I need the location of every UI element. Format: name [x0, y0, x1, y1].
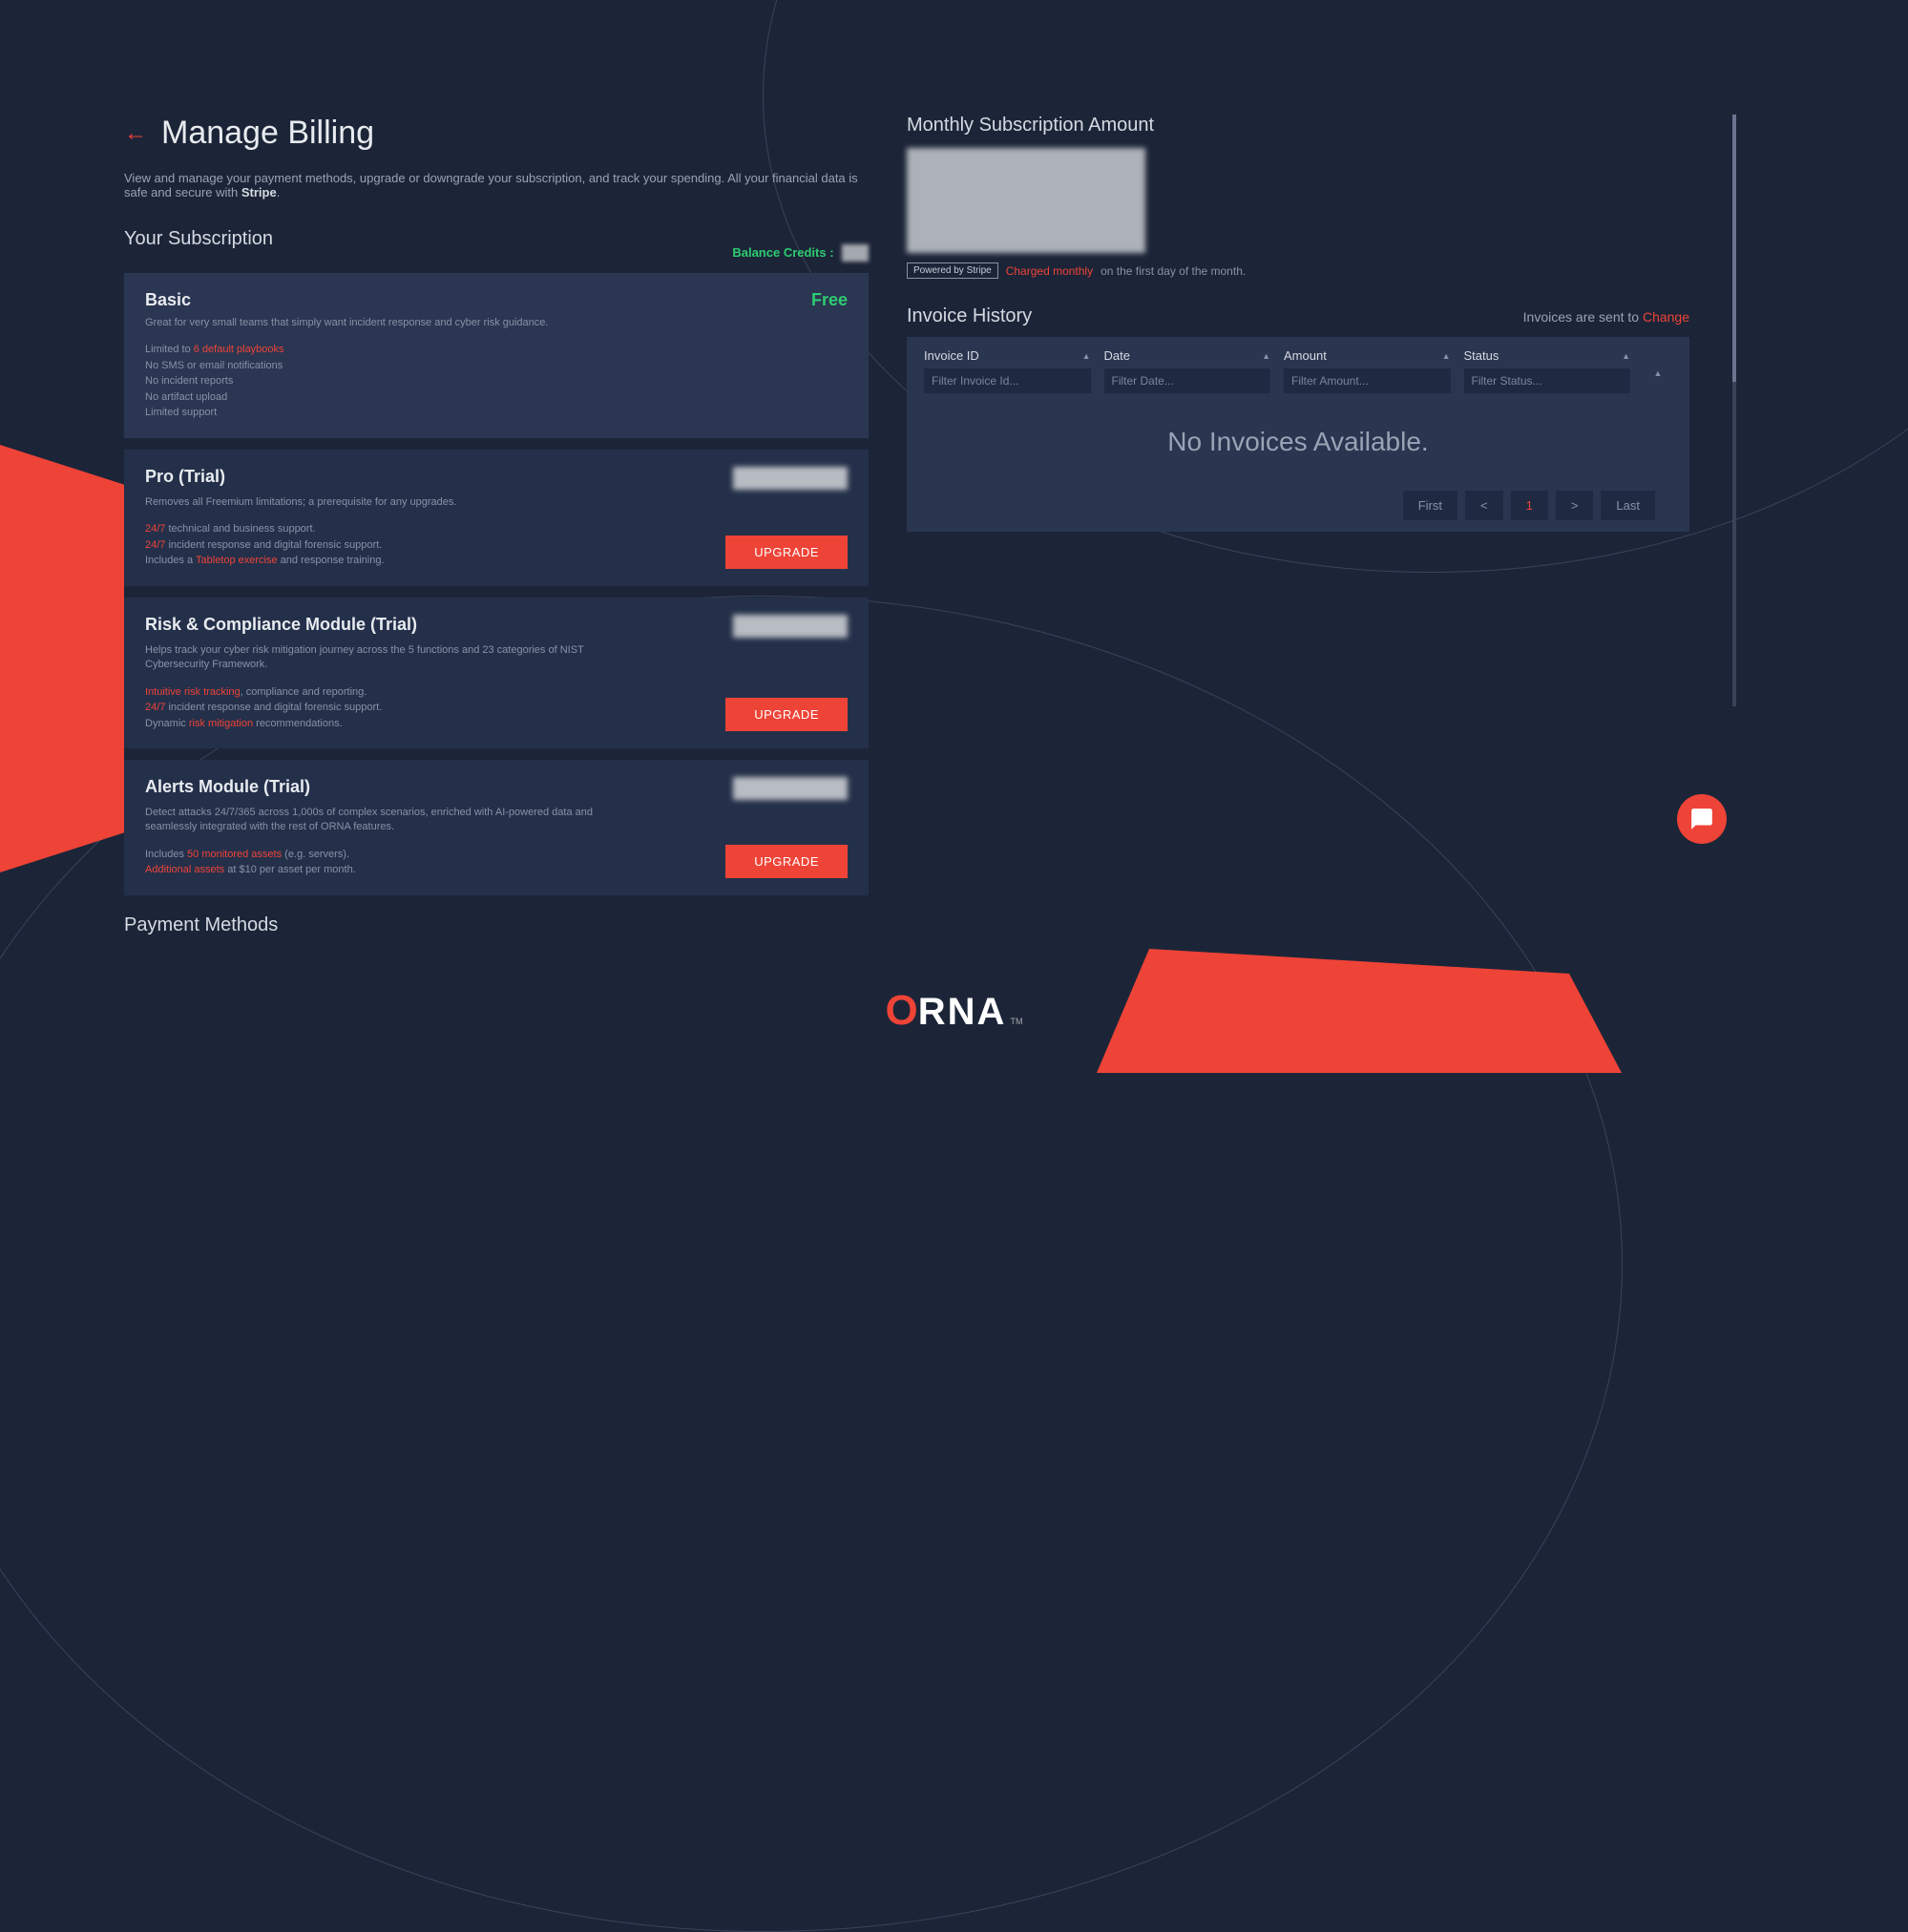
charged-rest-label: on the first day of the month. [1101, 264, 1246, 278]
monthly-amount-redacted [907, 148, 1145, 253]
sort-icon[interactable]: ▲ [1442, 351, 1451, 361]
subscription-title: Your Subscription [124, 228, 273, 250]
plan-price-basic: Free [811, 290, 848, 310]
filter-amount[interactable] [1284, 368, 1451, 393]
plan-name-risk: Risk & Compliance Module (Trial) [145, 615, 417, 635]
no-invoices-message: No Invoices Available. [924, 393, 1672, 491]
back-arrow-icon[interactable]: ← [124, 120, 147, 147]
logo-rest: RNA [918, 991, 1007, 1034]
page-current-button[interactable]: 1 [1511, 491, 1548, 520]
chat-fab-button[interactable] [1677, 794, 1727, 844]
chat-icon [1689, 807, 1714, 831]
page-prev-button[interactable]: < [1465, 491, 1503, 520]
plan-name-pro: Pro (Trial) [145, 467, 225, 487]
sort-icon[interactable]: ▲ [1654, 368, 1663, 378]
sort-icon[interactable]: ▲ [1082, 351, 1091, 361]
charged-monthly-label: Charged monthly [1006, 264, 1093, 278]
page-next-button[interactable]: > [1556, 491, 1594, 520]
upgrade-button-risk[interactable]: UPGRADE [725, 698, 848, 731]
plan-price-alerts-redacted [733, 777, 848, 800]
invoice-history-title: Invoice History [907, 305, 1032, 327]
balance-credits: Balance Credits : [732, 244, 869, 262]
plan-desc-alerts: Detect attacks 24/7/365 across 1,000s of… [145, 806, 641, 835]
plan-price-risk-redacted [733, 615, 848, 638]
desc-suffix: . [277, 185, 281, 200]
balance-label: Balance Credits : [732, 245, 833, 260]
change-link[interactable]: Change [1643, 309, 1689, 325]
col-amount: Amount [1284, 348, 1327, 363]
filter-date[interactable] [1104, 368, 1271, 393]
upgrade-button-pro[interactable]: UPGRADE [725, 536, 848, 569]
desc-stripe: Stripe [241, 185, 277, 200]
stripe-info-row: Powered by Stripe Charged monthly on the… [907, 262, 1689, 279]
plan-features-basic: Limited to 6 default playbooks No SMS or… [145, 342, 848, 421]
balance-value-redacted [842, 244, 869, 262]
plan-card-basic: Basic Free Great for very small teams th… [124, 273, 869, 438]
page-last-button[interactable]: Last [1601, 491, 1655, 520]
scrollbar[interactable] [1732, 115, 1736, 706]
plan-card-alerts: Alerts Module (Trial) Detect attacks 24/… [124, 760, 869, 895]
sort-icon[interactable]: ▲ [1622, 351, 1630, 361]
plan-name-basic: Basic [145, 290, 191, 310]
logo-tm: TM [1010, 1017, 1022, 1026]
plan-name-alerts: Alerts Module (Trial) [145, 777, 310, 797]
plan-desc-risk: Helps track your cyber risk mitigation j… [145, 643, 641, 673]
stripe-badge[interactable]: Powered by Stripe [907, 262, 998, 279]
decorative-red-bottom [1097, 949, 1622, 1073]
col-invoice-id: Invoice ID [924, 348, 979, 363]
plan-desc-pro: Removes all Freemium limitations; a prer… [145, 495, 641, 510]
logo-o: O [886, 987, 918, 1035]
plan-price-pro-redacted [733, 467, 848, 490]
sort-icon[interactable]: ▲ [1262, 351, 1270, 361]
filter-invoice-id[interactable] [924, 368, 1091, 393]
payment-methods-title: Payment Methods [124, 914, 869, 936]
page-description: View and manage your payment methods, up… [124, 171, 869, 200]
upgrade-button-alerts[interactable]: UPGRADE [725, 845, 848, 878]
desc-prefix: View and manage your payment methods, up… [124, 171, 858, 200]
invoice-table: Invoice ID ▲ Date ▲ Amount ▲ Status ▲ ▲ No I… [907, 337, 1689, 532]
plan-card-risk: Risk & Compliance Module (Trial) Helps t… [124, 598, 869, 748]
pagination: First < 1 > Last [924, 491, 1672, 520]
col-status: Status [1464, 348, 1499, 363]
monthly-amount-title: Monthly Subscription Amount [907, 115, 1689, 136]
invoice-sent-prefix: Invoices are sent to [1523, 309, 1643, 325]
orna-logo: ORNATM [886, 987, 1023, 1035]
page-title: Manage Billing [161, 115, 374, 152]
page-first-button[interactable]: First [1403, 491, 1457, 520]
invoice-sent-row: Invoices are sent to Change [1523, 309, 1689, 325]
plan-card-pro: Pro (Trial) Removes all Freemium limitat… [124, 450, 869, 586]
plan-desc-basic: Great for very small teams that simply w… [145, 316, 641, 330]
filter-status[interactable] [1464, 368, 1631, 393]
col-date: Date [1104, 348, 1130, 363]
